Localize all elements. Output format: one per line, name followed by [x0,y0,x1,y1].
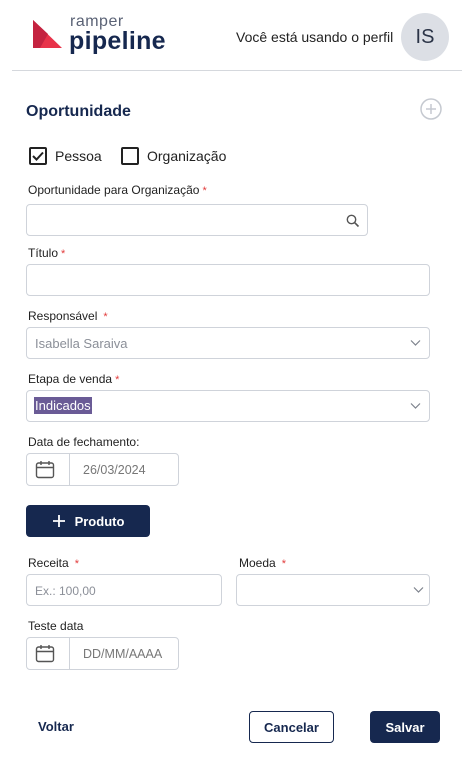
calendar-button[interactable] [27,638,70,669]
calendar-button[interactable] [27,454,70,485]
chevron-down-icon [410,403,421,409]
save-label: Salvar [385,719,425,735]
page-title: Oportunidade [26,103,131,120]
fechamento-date-input[interactable]: 26/03/2024 [26,453,179,486]
org-search-input[interactable] [26,204,368,236]
responsavel-value: Isabella Saraiva [35,336,128,351]
responsavel-label-text: Responsável [28,309,98,323]
checkbox-organizacao[interactable] [121,147,139,165]
checkbox-organizacao-label: Organização [147,148,227,164]
etapa-value: Indicados [34,397,92,414]
check-icon [32,151,44,161]
required-mark: * [103,311,108,323]
receita-input[interactable]: Ex.: 100,00 [26,574,222,606]
etapa-label: Etapa de venda * [28,372,119,386]
responsavel-label: Responsável * [28,309,108,323]
profile-text: Você está usando o perfil [236,29,394,45]
moeda-label-text: Moeda [239,556,276,570]
avatar-initials: IS [415,25,435,48]
title-field-label-text: Título [28,246,59,260]
fechamento-label: Data de fechamento: [28,435,140,449]
etapa-select[interactable]: Indicados [26,390,430,422]
responsavel-select[interactable]: Isabella Saraiva [26,327,430,359]
pipeline-logo-icon [33,20,62,48]
org-field-label: Oportunidade para Organização * [28,183,207,197]
required-mark: * [281,558,286,570]
back-link[interactable]: Voltar [38,719,74,734]
etapa-label-text: Etapa de venda [28,372,113,386]
teste-data-input[interactable]: DD/MM/AAAA [26,637,179,670]
required-mark: * [115,374,120,386]
cancel-label: Cancelar [264,719,319,735]
checkbox-pessoa-label: Pessoa [55,148,102,164]
receita-label-text: Receita [28,556,69,570]
required-mark: * [202,185,207,197]
org-field-label-text: Oportunidade para Organização [28,183,200,197]
required-mark: * [61,248,66,260]
teste-data-label: Teste data [28,619,84,633]
receita-label: Receita * [28,556,79,570]
title-input[interactable] [26,264,430,296]
calendar-icon [35,461,55,479]
calendar-icon [35,645,55,663]
receita-placeholder: Ex.: 100,00 [35,584,96,598]
plus-icon [52,515,65,527]
brand-logo[interactable]: ramper pipeline [30,13,175,56]
add-product-button[interactable]: Produto [26,505,150,537]
save-button[interactable]: Salvar [370,711,440,743]
moeda-label: Moeda * [239,556,286,570]
title-field-label: Título * [28,246,65,260]
fechamento-value: 26/03/2024 [83,463,146,477]
add-product-label: Produto [74,513,125,529]
add-circle-icon[interactable] [420,98,442,120]
search-icon[interactable] [346,214,360,228]
checkbox-pessoa[interactable] [29,147,47,165]
chevron-down-icon [413,587,424,593]
chevron-down-icon [410,340,421,346]
cancel-button[interactable]: Cancelar [249,711,334,743]
brand-bottom: pipeline [69,27,166,55]
teste-data-placeholder: DD/MM/AAAA [83,647,163,661]
avatar[interactable]: IS [401,13,449,61]
required-mark: * [74,558,79,570]
moeda-select[interactable] [236,574,430,606]
header-divider [12,70,462,71]
